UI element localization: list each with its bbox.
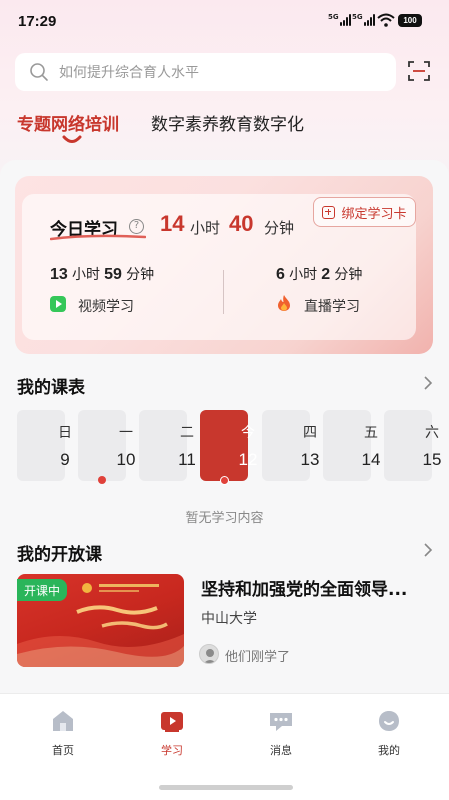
status-time: 17:29 [18, 13, 57, 30]
nav-message[interactable]: 消息 [251, 709, 311, 758]
nav-study[interactable]: 学习 [142, 709, 202, 758]
today-hours-unit: 小时 [190, 219, 221, 237]
live-hours-unit: 小时 [289, 267, 318, 283]
tab-topic-training[interactable]: 专题网络培训 [17, 110, 119, 135]
home-icon [50, 709, 76, 733]
stat-divider [223, 270, 224, 314]
live-study-label[interactable]: 直播学习 [304, 296, 360, 316]
search-icon [30, 63, 48, 81]
nav-profile-label: 我的 [378, 744, 400, 757]
today-minutes-unit: 分钟 [264, 219, 295, 237]
course-badge-label: 开课中 [23, 583, 60, 598]
nav-home-label: 首页 [52, 744, 74, 757]
schedule-day-mon[interactable]: 一 10 [78, 410, 135, 481]
help-icon[interactable]: ? [129, 219, 144, 234]
course-org: 中山大学 [201, 611, 257, 627]
schedule-day-tue[interactable]: 二 11 [139, 410, 196, 481]
home-indicator [159, 785, 293, 790]
live-minutes-unit: 分钟 [334, 267, 363, 283]
video-minutes-unit: 分钟 [126, 267, 155, 283]
search-placeholder: 如何提升综合育人水平 [59, 65, 199, 81]
course-name[interactable]: 坚持和加强党的全面领导... [201, 575, 433, 600]
video-minutes: 59 [104, 266, 122, 283]
schedule-day-thu[interactable]: 四 13 [262, 410, 319, 481]
live-study-time: 6 小时 2 分钟 [276, 264, 362, 284]
schedule-day-sun[interactable]: 日 9 [17, 410, 72, 481]
chevron-right-icon[interactable] [423, 543, 433, 557]
today-minutes: 40 [229, 211, 254, 236]
wifi-icon [377, 13, 395, 27]
live-minutes: 2 [321, 266, 331, 283]
course-learners: 他们刚学了 [225, 650, 291, 665]
battery-level: 100 [403, 16, 417, 25]
day-date: 15 [422, 450, 442, 469]
avatar [199, 644, 219, 664]
course-live-badge: 开课中 [17, 579, 67, 601]
schedule-day-today[interactable]: 今 12 [200, 410, 257, 481]
nav-message-label: 消息 [270, 744, 292, 757]
plus-icon [322, 205, 336, 219]
video-hours-unit: 小时 [71, 267, 100, 283]
profile-icon [376, 709, 402, 733]
nav-home[interactable]: 首页 [33, 709, 93, 758]
video-hours: 13 [50, 266, 68, 283]
schedule-dot-mon [98, 476, 106, 484]
study-icon [159, 709, 185, 733]
live-hours: 6 [276, 266, 285, 283]
signal-label-2: 5G [352, 13, 363, 21]
schedule-day-fri[interactable]: 五 14 [323, 410, 380, 481]
flame-icon [278, 295, 290, 311]
video-study-time: 13 小时 59 分钟 [50, 264, 154, 284]
tab-active-indicator [62, 135, 82, 143]
signal-icon-2: 5G [352, 14, 376, 26]
today-underline [50, 234, 146, 241]
nav-profile[interactable]: 我的 [359, 709, 419, 758]
message-icon [268, 709, 294, 733]
scan-icon[interactable] [407, 59, 431, 83]
schedule-day-sat[interactable]: 六 15 [384, 410, 441, 481]
nav-study-label: 学习 [161, 744, 183, 757]
search-input[interactable]: 如何提升综合育人水平 [15, 53, 396, 91]
schedule-empty-note: 暂无学习内容 [185, 511, 264, 526]
day-weekday: 六 [425, 425, 439, 441]
today-hours: 14 [160, 211, 185, 236]
video-study-label[interactable]: 视频学习 [78, 296, 134, 316]
schedule-dot-today [220, 476, 229, 485]
chevron-right-icon[interactable] [423, 376, 433, 390]
bind-button-label: 绑定学习卡 [341, 206, 407, 222]
battery-icon: 100 [398, 14, 422, 27]
bind-study-card-button[interactable]: 绑定学习卡 [313, 197, 416, 227]
open-course-title: 我的开放课 [17, 545, 102, 565]
schedule-title: 我的课表 [17, 378, 85, 398]
tab-digital-literacy[interactable]: 数字素养教育数字化 [151, 110, 304, 135]
status-bar: 17:29 5G 5G 100 [0, 0, 449, 44]
signal-label: 5G [328, 13, 339, 21]
signal-icon: 5G [328, 14, 352, 26]
video-play-icon [50, 296, 66, 312]
tab-bar: 专题网络培训 数字素养教育数字化 [17, 110, 336, 135]
bottom-nav: 首页 学习 消息 我的 [0, 693, 449, 800]
